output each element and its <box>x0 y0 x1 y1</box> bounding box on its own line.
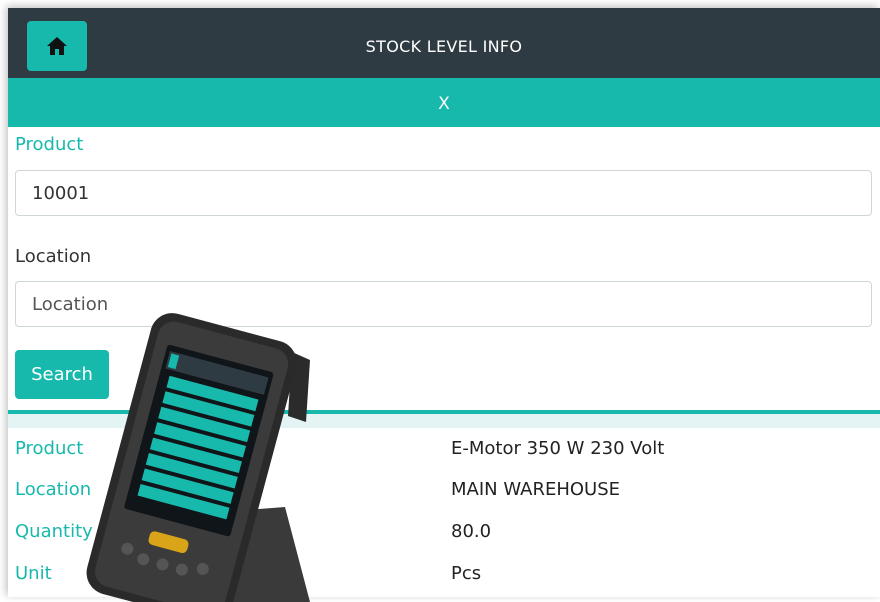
result-value-product: E-Motor 350 W 230 Volt <box>451 438 665 459</box>
close-bar-button[interactable]: X <box>8 78 880 127</box>
result-label-unit: Unit <box>15 563 52 584</box>
result-value-quantity: 80.0 <box>451 521 492 542</box>
page-title: STOCK LEVEL INFO <box>365 37 523 56</box>
top-header: STOCK LEVEL INFO <box>8 8 880 78</box>
product-label: Product <box>15 134 84 155</box>
handheld-scanner-image <box>86 313 310 602</box>
home-button[interactable] <box>27 21 87 71</box>
home-icon <box>47 37 67 55</box>
product-input[interactable] <box>15 170 872 216</box>
location-label: Location <box>15 246 92 267</box>
result-value-unit: Pcs <box>451 563 482 584</box>
result-value-location: MAIN WAREHOUSE <box>451 479 621 500</box>
